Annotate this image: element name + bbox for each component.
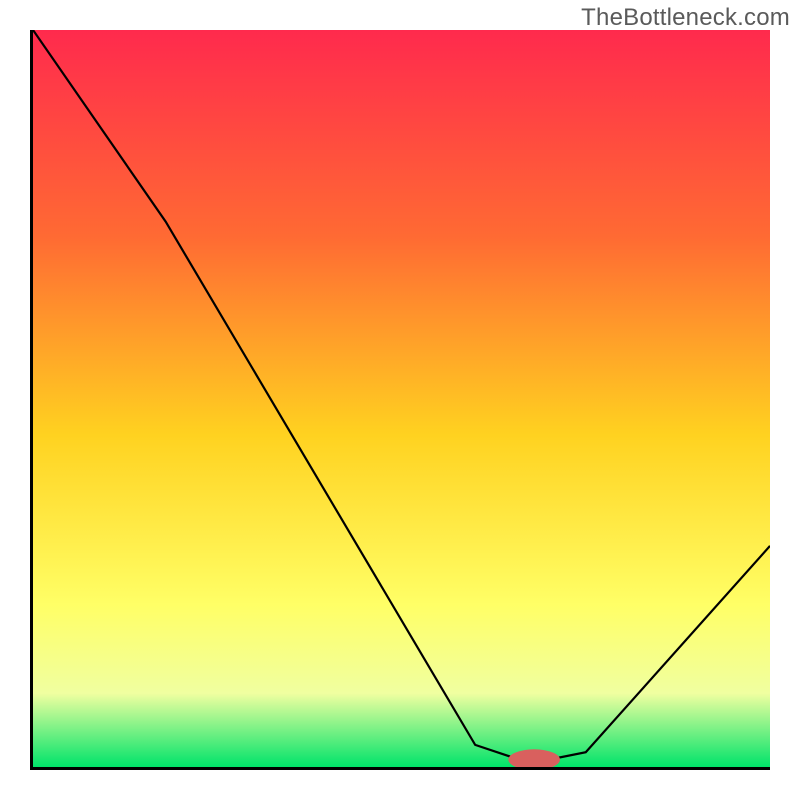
watermark-text: TheBottleneck.com xyxy=(581,4,790,32)
chart-svg xyxy=(33,30,770,767)
chart-plot-area xyxy=(30,30,770,770)
background-rect xyxy=(33,30,770,767)
